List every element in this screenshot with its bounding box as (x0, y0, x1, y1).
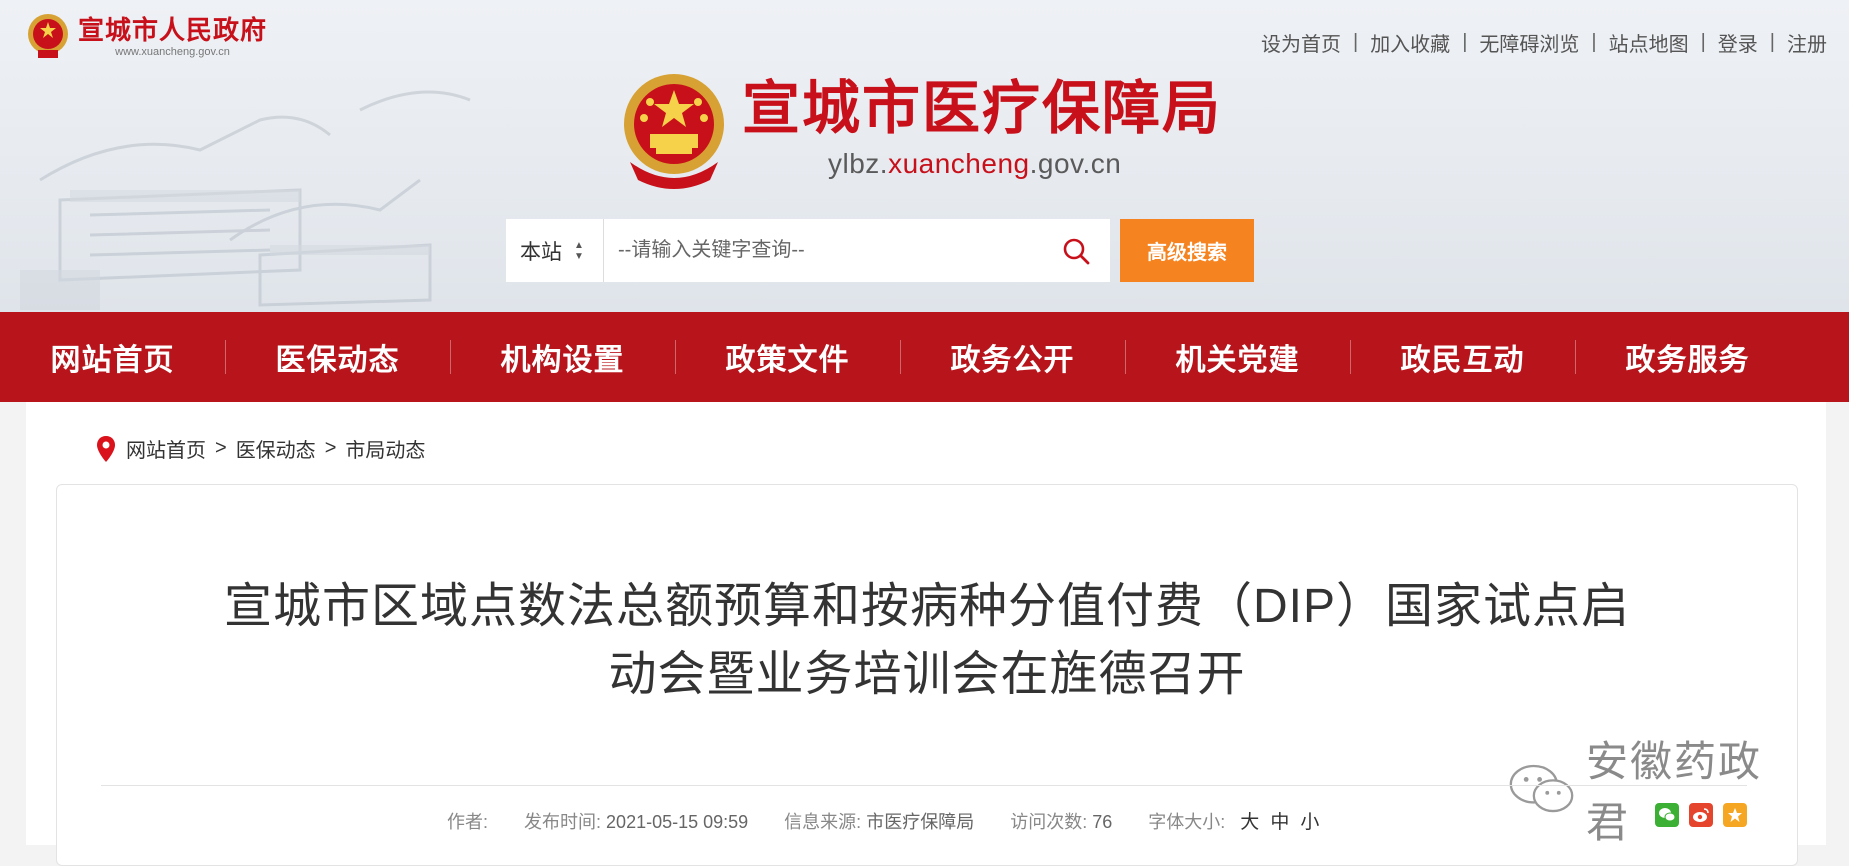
meta-date-label: 发布时间: (524, 811, 602, 832)
advanced-search-button[interactable]: 高级搜索 (1120, 219, 1254, 282)
separator: | (1591, 31, 1597, 53)
breadcrumb-separator: > (324, 437, 337, 459)
font-size-large-button[interactable]: 大 (1240, 812, 1259, 833)
article-title-line2: 动会暨业务培训会在旌德召开 (608, 648, 1246, 701)
article-title: 宣城市区域点数法总额预算和按病种分值付费（DIP）国家试点启 动会暨业务培训会在… (177, 573, 1677, 709)
search-bar: 本站 ▲▼ 高级搜索 (506, 219, 1254, 282)
breadcrumb-medical-news[interactable]: 医保动态 (236, 434, 316, 463)
nav-item-party[interactable]: 机关党建 (1125, 312, 1350, 402)
search-scope-label: 本站 (520, 240, 562, 264)
main-nav: 网站首页 医保动态 机构设置 政策文件 政务公开 机关党建 政民互动 政务服务 (0, 312, 1849, 402)
site-header: 宣城市人民政府 www.xuancheng.gov.cn 设为首页 | 加入收藏… (0, 0, 1849, 312)
breadcrumb-city-news[interactable]: 市局动态 (345, 434, 425, 463)
breadcrumb-home[interactable]: 网站首页 (126, 434, 206, 463)
content-area: 网站首页 > 医保动态 > 市局动态 宣城市区域点数法总额预算和按病种分值付费（… (26, 402, 1826, 866)
search-icon[interactable] (1062, 237, 1090, 265)
register-link[interactable]: 注册 (1787, 28, 1827, 57)
sort-arrows-icon: ▲ ▼ (574, 239, 584, 262)
divider (101, 785, 1747, 786)
gov-name: 宣城市人民政府 (78, 15, 268, 45)
gov-url: www.xuancheng.gov.cn (115, 46, 230, 58)
gov-logo[interactable]: 宣城市人民政府 www.xuancheng.gov.cn (26, 12, 267, 62)
meta-date-value: 2021-05-15 09:59 (606, 811, 749, 832)
nav-item-policy[interactable]: 政策文件 (675, 312, 900, 402)
set-homepage-link[interactable]: 设为首页 (1261, 28, 1341, 57)
weibo-share-icon[interactable] (1689, 803, 1713, 827)
login-link[interactable]: 登录 (1718, 28, 1758, 57)
meta-font-label: 字体大小: (1148, 812, 1226, 832)
nav-item-medical-news[interactable]: 医保动态 (225, 312, 450, 402)
separator: | (1700, 31, 1706, 53)
meta-date: 发布时间: 2021-05-15 09:59 (524, 808, 748, 834)
site-url-suffix: .gov.cn (1029, 148, 1122, 179)
nav-item-gov-affairs[interactable]: 政务公开 (900, 312, 1125, 402)
article-title-line1: 宣城市区域点数法总额预算和按病种分值付费（DIP）国家试点启 (223, 580, 1631, 633)
watermark: 安徽药政君 (1507, 728, 1797, 850)
meta-author: 作者: (447, 808, 488, 834)
nav-item-interaction[interactable]: 政民互动 (1350, 312, 1575, 402)
site-url-domain: xuancheng (888, 148, 1030, 179)
separator: | (1769, 31, 1775, 53)
qzone-share-icon[interactable] (1723, 803, 1747, 827)
font-size-small-button[interactable]: 小 (1300, 812, 1319, 833)
meta-visits: 访问次数: 76 (1010, 808, 1112, 834)
nav-item-organization[interactable]: 机构设置 (450, 312, 675, 402)
location-pin-icon (97, 435, 115, 462)
search-scope-select[interactable]: 本站 ▲ ▼ (506, 219, 604, 282)
meta-source: 信息来源: 市医疗保障局 (784, 808, 974, 834)
separator: | (1462, 31, 1468, 53)
meta-visits-label: 访问次数: (1010, 811, 1088, 832)
meta-author-label: 作者: (447, 811, 489, 832)
separator: | (1352, 31, 1359, 53)
site-title: 宣城市医疗保障局 (742, 76, 1223, 141)
site-url-prefix: ylbz. (828, 148, 889, 179)
article-card: 宣城市区域点数法总额预算和按病种分值付费（DIP）国家试点启 动会暨业务培训会在… (56, 484, 1798, 866)
national-emblem-icon (624, 74, 724, 189)
watermark-text: 安徽药政君 (1586, 738, 1763, 846)
sitemap-link[interactable]: 站点地图 (1609, 28, 1689, 57)
meta-source-value: 市医疗保障局 (866, 811, 975, 832)
breadcrumb: 网站首页 > 医保动态 > 市局动态 (96, 434, 425, 463)
meta-font-size: 字体大小: 大 中 小 (1148, 807, 1319, 834)
share-buttons (1645, 803, 1747, 827)
article-meta: 作者: 发布时间: 2021-05-15 09:59 信息来源: 市医疗保障局 … (447, 807, 1319, 834)
search-input[interactable] (604, 219, 1110, 282)
breadcrumb-separator: > (215, 437, 227, 459)
meta-source-label: 信息来源: (784, 811, 862, 832)
top-links: 设为首页 | 加入收藏 | 无障碍浏览 | 站点地图 | 登录 | 注册 (1261, 28, 1827, 57)
site-brand[interactable]: 宣城市医疗保障局 ylbz.xuancheng.gov.cn (620, 72, 1222, 192)
wechat-icon (1509, 764, 1574, 813)
site-url: ylbz.xuancheng.gov.cn (828, 148, 1222, 180)
national-emblem-icon (28, 14, 68, 58)
accessibility-link[interactable]: 无障碍浏览 (1479, 28, 1579, 57)
meta-visits-value: 76 (1092, 811, 1113, 832)
wechat-share-icon[interactable] (1655, 803, 1679, 827)
font-size-medium-button[interactable]: 中 (1270, 812, 1289, 833)
nav-item-home[interactable]: 网站首页 (0, 312, 225, 402)
add-favorite-link[interactable]: 加入收藏 (1370, 28, 1450, 57)
nav-item-services[interactable]: 政务服务 (1575, 312, 1800, 402)
